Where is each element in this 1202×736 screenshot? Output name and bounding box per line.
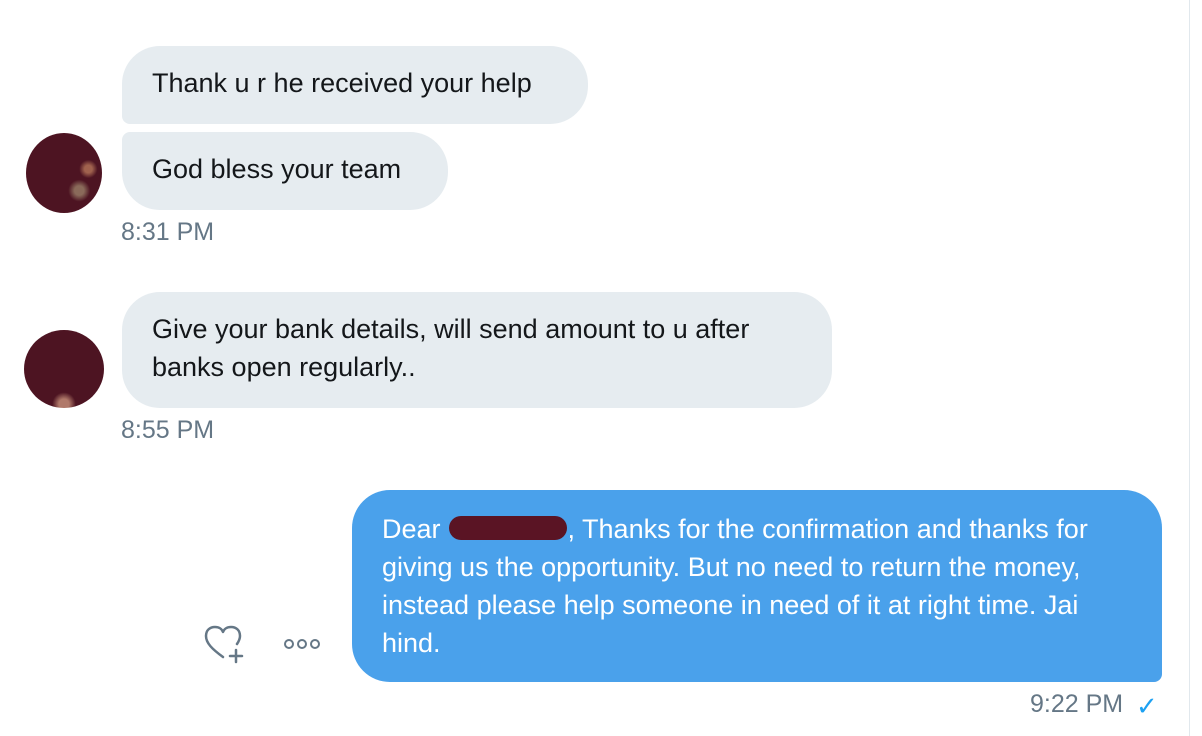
incoming-message-bubble: God bless your team (122, 132, 448, 210)
more-options-icon-graphic (284, 639, 320, 649)
outgoing-message-bubble: Dear, Thanks for the confirmation and th… (352, 490, 1162, 682)
message-timestamp: 9:22 PM (1030, 690, 1124, 718)
heart-plus-icon-graphic (204, 625, 244, 664)
message-greeting: Dear (382, 514, 441, 544)
sender-avatar[interactable] (26, 133, 102, 213)
read-check-icon: ✓ (1136, 691, 1158, 721)
message-timestamp: 8:31 PM (121, 218, 215, 246)
sender-avatar[interactable] (24, 330, 104, 408)
more-options-icon[interactable] (282, 634, 322, 654)
incoming-message-bubble: Thank u r he received your help (122, 46, 588, 124)
incoming-message-bubble: Give your bank details, will send amount… (122, 292, 832, 408)
message-timestamp: 8:55 PM (121, 416, 215, 444)
scrollbar[interactable] (1189, 0, 1202, 736)
redacted-name (448, 516, 567, 540)
heart-plus-icon[interactable] (202, 622, 246, 666)
